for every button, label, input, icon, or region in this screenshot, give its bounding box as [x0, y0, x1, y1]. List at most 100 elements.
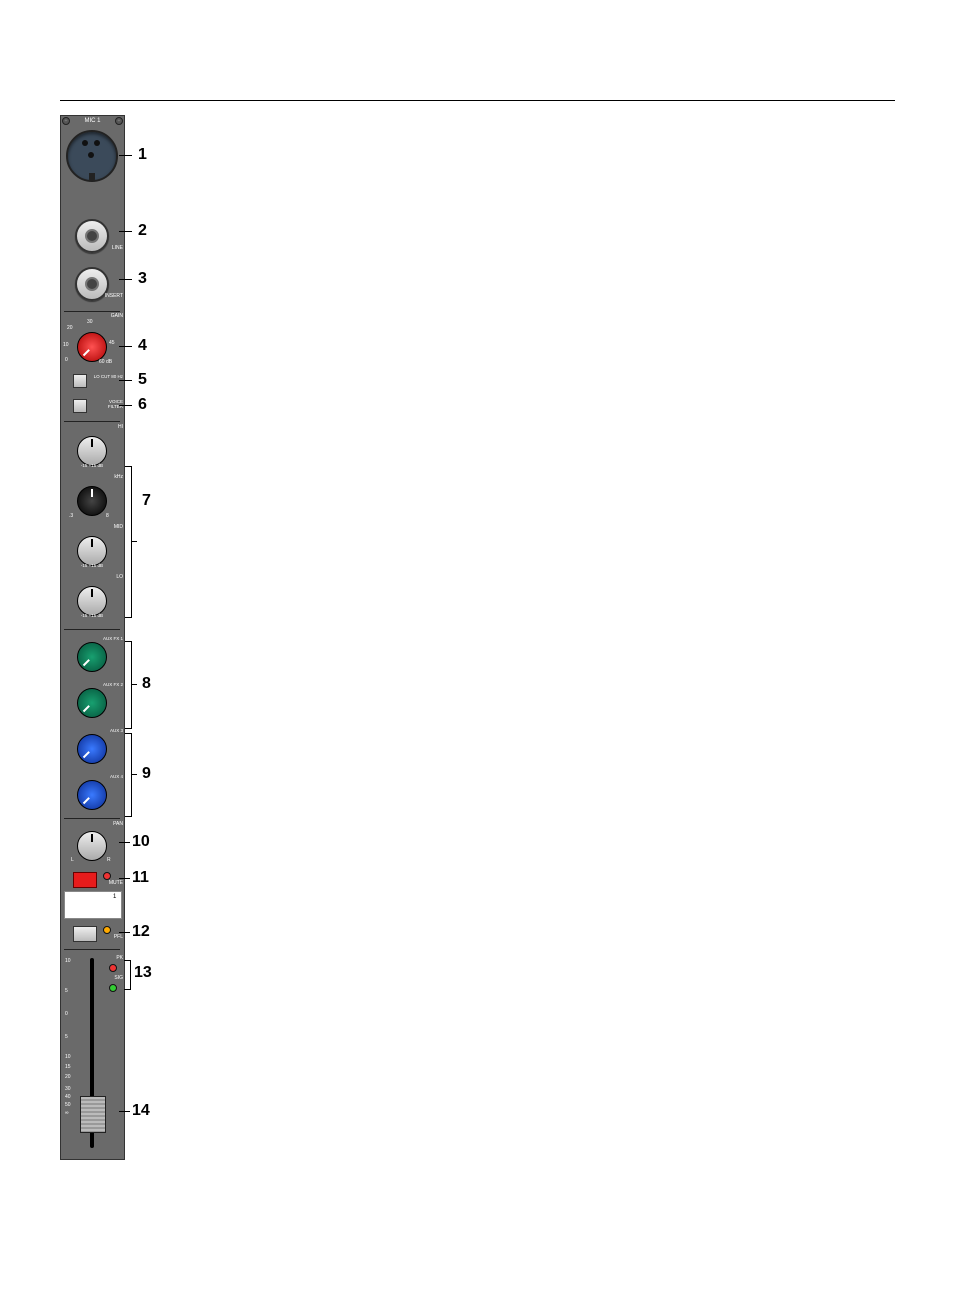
divider — [64, 629, 120, 630]
gain-tick: 45 — [109, 341, 115, 346]
eq-hi-range: -15 +15 dB — [65, 464, 119, 469]
leader — [131, 541, 137, 542]
bracket — [125, 641, 132, 729]
pan-knob[interactable] — [77, 831, 107, 861]
aux1-label: AUX FX 1 — [103, 636, 123, 641]
eq-lo-knob[interactable] — [77, 586, 107, 616]
fader-tick: 40 — [65, 1094, 71, 1100]
aux3-label: AUX 3 — [103, 728, 123, 733]
fader-tick: 10 — [65, 958, 71, 964]
callout-2: 2 — [138, 222, 147, 240]
callout-10: 10 — [132, 833, 150, 851]
gain-tick: 20 — [67, 326, 73, 331]
channel-strip: MIC 1 LINE INSERT GAIN 0 10 20 30 45 60 … — [60, 115, 125, 1160]
leader — [119, 932, 130, 933]
gain-tick: 0 — [65, 358, 68, 363]
mute-button[interactable] — [73, 872, 97, 888]
locut-label: LO CUT 80 Hz — [93, 374, 123, 379]
eq-freq-tick: 8 — [106, 514, 109, 519]
pan-left: L — [71, 858, 74, 863]
pfl-label: PFL — [111, 935, 123, 940]
fader-tick: 0 — [65, 1011, 68, 1017]
fader-tick: 50 — [65, 1102, 71, 1108]
aux2-label: AUX FX 2 — [103, 682, 123, 687]
leader — [131, 684, 137, 685]
fader-tick: 5 — [65, 1034, 68, 1040]
callout-8: 8 — [142, 675, 151, 693]
channel-title: MIC 1 — [61, 118, 124, 124]
gain-tick: 60 dB — [99, 360, 112, 365]
eq-hi-label: HI — [113, 425, 123, 430]
locut-button[interactable] — [73, 374, 87, 388]
callout-9: 9 — [142, 765, 151, 783]
sig-label: SIG — [111, 976, 123, 981]
eq-mid-label: MID — [109, 525, 123, 530]
fader-tick: 15 — [65, 1064, 71, 1070]
eq-freq-knob[interactable] — [77, 486, 107, 516]
callout-7: 7 — [142, 492, 151, 510]
aux1-knob[interactable] — [77, 642, 107, 672]
leader — [119, 155, 132, 156]
pan-right: R — [107, 858, 111, 863]
divider — [64, 311, 120, 312]
aux2-knob[interactable] — [77, 688, 107, 718]
aux4-knob[interactable] — [77, 780, 107, 810]
gain-label: GAIN — [107, 314, 123, 319]
leader — [119, 878, 130, 879]
eq-freq-label: kHz — [111, 475, 123, 480]
line-label: LINE — [109, 246, 123, 251]
callout-1: 1 — [138, 146, 147, 164]
aux4-label: AUX 4 — [103, 774, 123, 779]
leader — [119, 1111, 130, 1112]
leader — [119, 231, 132, 232]
eq-hi-knob[interactable] — [77, 436, 107, 466]
callout-5: 5 — [138, 371, 147, 389]
voice-filter-label: VOICE FILTER — [93, 399, 123, 409]
pan-label: PAN — [109, 822, 123, 827]
bracket — [125, 466, 132, 618]
eq-mid-range: -15 +15 dB — [65, 564, 119, 569]
divider — [64, 818, 120, 819]
callout-3: 3 — [138, 270, 147, 288]
divider — [64, 949, 120, 950]
voice-filter-button[interactable] — [73, 399, 87, 413]
mute-led — [103, 872, 111, 880]
fader-tick: ∞ — [65, 1110, 69, 1116]
pfl-led — [103, 926, 111, 934]
leader — [119, 380, 132, 381]
gain-tick: 10 — [63, 343, 69, 348]
eq-lo-label: LO — [113, 575, 123, 580]
callout-14: 14 — [132, 1102, 150, 1120]
callout-4: 4 — [138, 337, 147, 355]
mic-xlr-input[interactable] — [66, 130, 118, 182]
gain-knob[interactable] — [77, 332, 107, 362]
fader-tick: 5 — [65, 988, 68, 994]
bracket — [125, 733, 132, 817]
aux3-knob[interactable] — [77, 734, 107, 764]
callout-6: 6 — [138, 396, 147, 414]
sig-led — [109, 984, 117, 992]
bracket — [124, 960, 131, 990]
callout-11: 11 — [132, 869, 149, 887]
fader-cap[interactable] — [80, 1096, 106, 1133]
eq-mid-knob[interactable] — [77, 536, 107, 566]
gain-tick: 30 — [87, 320, 93, 325]
eq-lo-range: -15 +15 dB — [65, 614, 119, 619]
callout-12: 12 — [132, 923, 150, 941]
channel-number: 1 — [113, 894, 116, 900]
leader — [119, 842, 130, 843]
line-input-jack[interactable] — [75, 219, 109, 253]
leader — [131, 774, 137, 775]
pfl-button[interactable] — [73, 926, 97, 942]
insert-label: INSERT — [103, 294, 123, 299]
fader-tick: 20 — [65, 1074, 71, 1080]
leader — [119, 279, 132, 280]
pk-label: PK — [113, 956, 123, 961]
page-rule — [60, 100, 895, 101]
fader-tick: 30 — [65, 1086, 71, 1092]
mute-label: MUTE — [107, 881, 123, 886]
divider — [64, 421, 120, 422]
leader — [119, 405, 132, 406]
leader — [119, 346, 132, 347]
callout-13: 13 — [134, 964, 152, 982]
